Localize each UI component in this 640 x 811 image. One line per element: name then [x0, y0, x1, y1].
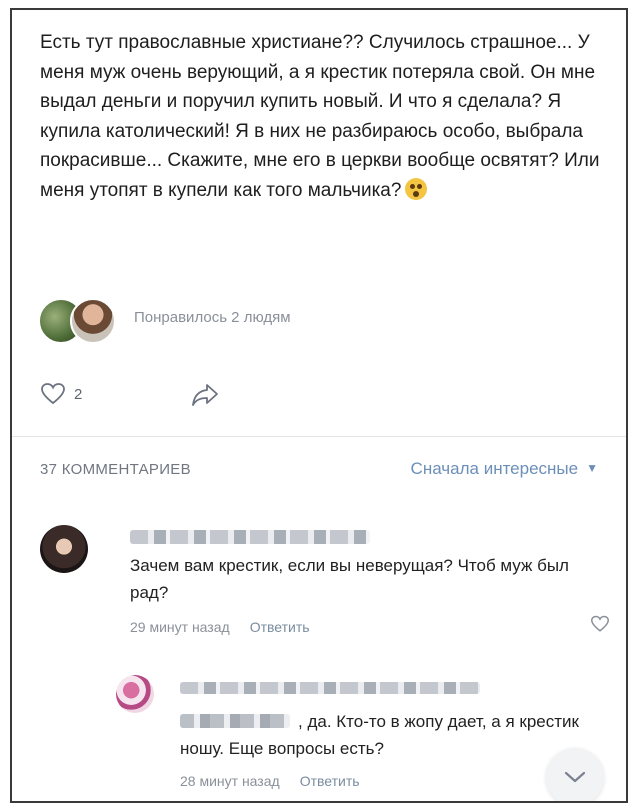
comment-text: Зачем вам крестик, если вы неверущая? Чт…	[130, 556, 569, 602]
author-name-blurred[interactable]	[180, 682, 480, 694]
likes-summary[interactable]: Понравилось 2 людям	[38, 295, 438, 345]
heart-icon[interactable]	[590, 615, 610, 638]
post-actions: 2	[40, 382, 240, 412]
scroll-down-button[interactable]	[546, 748, 604, 801]
flushed-face-icon	[405, 177, 428, 200]
like-count: 2	[74, 386, 83, 403]
comment-time: 29 минут назад	[130, 619, 230, 635]
comment-meta: 29 минут назад Ответить	[130, 619, 310, 635]
sort-dropdown[interactable]: Сначала интересные ▼	[411, 459, 598, 479]
divider	[12, 436, 626, 437]
post-frame: Есть тут православные христиане?? Случил…	[10, 8, 628, 803]
avatar[interactable]	[116, 675, 154, 713]
heart-icon[interactable]	[40, 383, 66, 410]
author-name-blurred[interactable]	[130, 530, 370, 544]
comment-time: 28 минут назад	[180, 773, 280, 789]
comment-text: , да. Кто-то в жопу дает, а я крестик но…	[180, 708, 610, 762]
sort-label[interactable]: Сначала интересные	[411, 459, 579, 478]
comments-count: 37 КОММЕНТАРИЕВ	[40, 461, 191, 478]
share-icon[interactable]	[190, 382, 220, 413]
avatar[interactable]	[40, 525, 88, 573]
reply-button[interactable]: Ответить	[250, 619, 310, 635]
liker-avatar[interactable]	[70, 298, 116, 344]
likes-text[interactable]: Понравилось 2 людям	[134, 309, 291, 326]
post-text: Есть тут православные христиане?? Случил…	[40, 28, 610, 205]
comment-text-body: , да. Кто-то в жопу дает, а я крестик но…	[180, 712, 579, 758]
post-body: Есть тут православные христиане?? Случил…	[40, 32, 600, 201]
reply-button[interactable]: Ответить	[300, 773, 360, 789]
chevron-down-icon[interactable]: ▼	[586, 461, 598, 475]
chevron-down-icon[interactable]	[564, 770, 586, 784]
comment-meta: 28 минут назад Ответить	[180, 773, 360, 789]
